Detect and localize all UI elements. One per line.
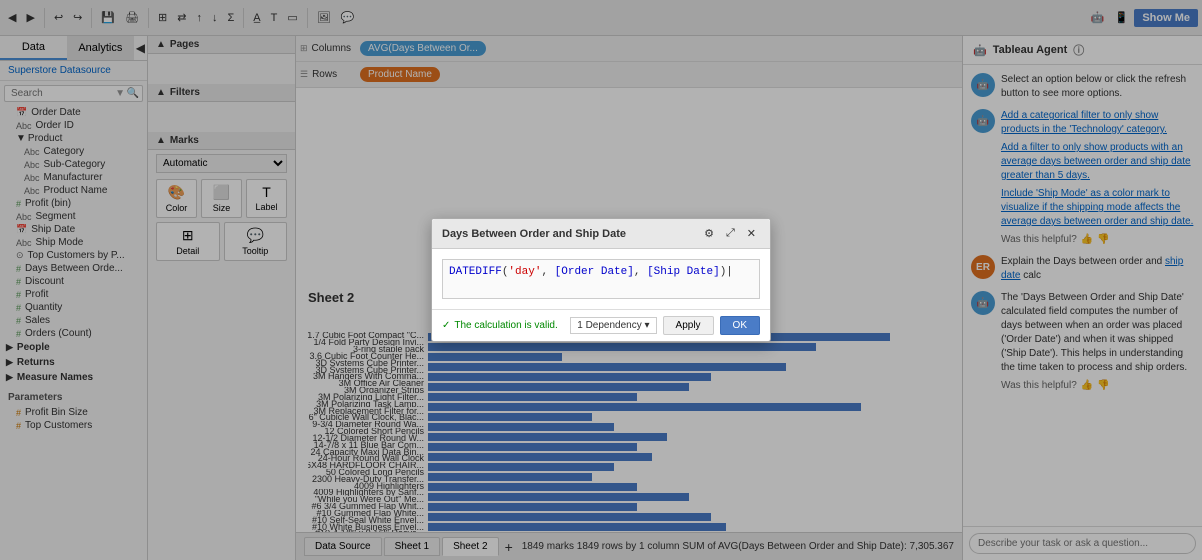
dependency-button[interactable]: 1 Dependency ▾: [570, 317, 656, 334]
calculation-dialog: Days Between Order and Ship Date ⚙ ⤢ ✕ D…: [431, 218, 771, 342]
valid-indicator: ✓ The calculation is valid.: [442, 320, 558, 331]
modal-overlay[interactable]: Days Between Order and Ship Date ⚙ ⤢ ✕ D…: [0, 0, 1202, 560]
valid-text: The calculation is valid.: [454, 320, 557, 331]
formula-arg1: 'day': [508, 266, 541, 278]
modal-title: Days Between Order and Ship Date: [442, 228, 626, 240]
apply-button[interactable]: Apply: [663, 316, 714, 335]
modal-actions: 1 Dependency ▾ Apply OK: [570, 316, 760, 335]
ok-button[interactable]: OK: [720, 316, 760, 335]
formula-function: DATEDIFF: [449, 266, 502, 278]
modal-controls: ⚙ ⤢ ✕: [700, 225, 760, 242]
modal-header: Days Between Order and Ship Date ⚙ ⤢ ✕: [432, 219, 770, 249]
modal-body: DATEDIFF('day', [Order Date], [Ship Date…: [432, 249, 770, 309]
modal-expand-button[interactable]: ⤢: [722, 225, 739, 242]
formula-arg3: [Ship Date]: [647, 266, 720, 278]
modal-close-button[interactable]: ✕: [743, 225, 760, 242]
checkmark-icon: ✓: [442, 320, 450, 331]
modal-settings-button[interactable]: ⚙: [700, 225, 718, 242]
formula-editor[interactable]: DATEDIFF('day', [Order Date], [Ship Date…: [442, 259, 760, 299]
formula-arg2: [Order Date]: [555, 266, 634, 278]
modal-footer: ✓ The calculation is valid. 1 Dependency…: [432, 309, 770, 341]
